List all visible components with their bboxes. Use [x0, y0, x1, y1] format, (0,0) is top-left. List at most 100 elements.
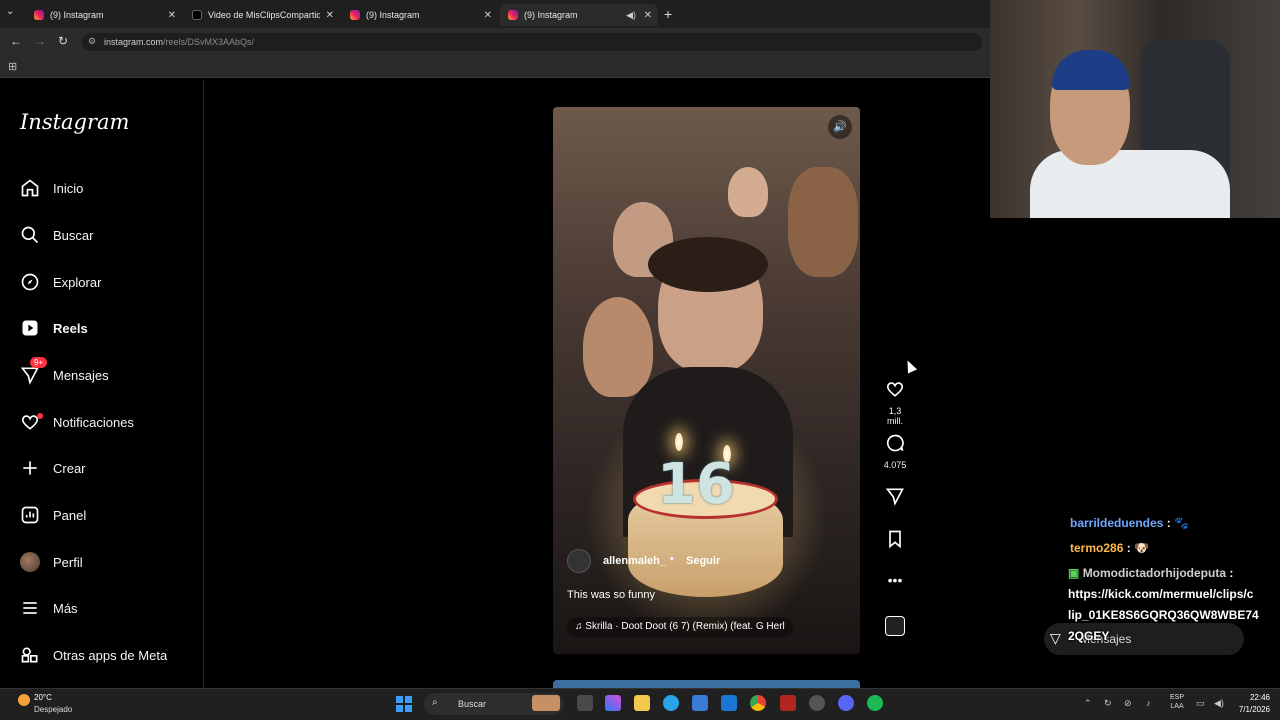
search-highlight-icon[interactable]	[532, 695, 560, 711]
sidebar-item-notificaciones[interactable]: Notificaciones	[18, 407, 134, 437]
copilot-icon[interactable]	[605, 695, 621, 711]
streaming-app-icon[interactable]	[780, 695, 796, 711]
edge-icon[interactable]	[663, 695, 679, 711]
lang-layout: LAA	[1170, 703, 1184, 710]
chat-message-continued: https://kick.com/mermuel/clips/c	[1068, 587, 1254, 601]
close-icon[interactable]: ✕	[484, 10, 492, 21]
chat-username: termo286	[1070, 541, 1124, 555]
browser-tab-active[interactable]: (9) Instagram ◀) ✕	[500, 4, 658, 26]
menu-icon	[18, 596, 42, 620]
windows-start-icon[interactable]	[396, 696, 412, 712]
video-person	[728, 167, 768, 217]
reel-caption[interactable]: This was so funny	[567, 589, 655, 601]
sidebar-item-crear[interactable]: Crear	[18, 453, 86, 483]
webcam-overlay	[990, 0, 1280, 218]
microphone-icon[interactable]: ♪	[1146, 698, 1151, 708]
instagram-logo[interactable]: Instagram	[20, 110, 129, 134]
network-icon[interactable]: ⊘	[1124, 698, 1132, 709]
clock-time[interactable]: 22:46	[1236, 693, 1270, 702]
sidebar-item-reels[interactable]: Reels	[18, 313, 88, 343]
avatar	[18, 550, 42, 574]
chat-message: ▣ Momodictadorhijodeputa :	[1068, 566, 1233, 580]
meta-apps-icon	[18, 643, 42, 667]
save-button[interactable]	[880, 529, 910, 554]
chrome-icon[interactable]	[750, 695, 766, 711]
settings-icon[interactable]	[809, 695, 825, 711]
search-placeholder: Buscar	[458, 699, 487, 709]
display-icon[interactable]: ▭	[1196, 698, 1205, 709]
back-arrow-icon[interactable]: ←	[10, 34, 22, 48]
sidebar-item-label: Panel	[53, 507, 87, 523]
sidebar-item-explorar[interactable]: Explorar	[18, 267, 101, 297]
url-input[interactable]: instagram.com/reels/DSvMX3AAbQs/	[82, 33, 982, 51]
chat-message: termo286 : 🐶	[1070, 541, 1149, 555]
heart-icon	[886, 382, 904, 397]
spotify-icon[interactable]	[867, 695, 883, 711]
badge-icon: ▣	[1068, 566, 1080, 580]
sidebar-item-mas[interactable]: Más	[18, 593, 78, 623]
plus-icon	[18, 456, 42, 480]
emote-icon: 🐾	[1174, 516, 1189, 530]
file-explorer-icon[interactable]	[634, 695, 650, 711]
discord-icon[interactable]	[838, 695, 854, 711]
speaker-icon[interactable]: ◀)	[626, 10, 636, 21]
search-icon: ⌕	[432, 697, 438, 708]
store-icon[interactable]	[692, 695, 708, 711]
chat-message: barrildeduendes : 🐾	[1070, 516, 1189, 530]
clock-date[interactable]: 7/1/2026	[1230, 705, 1270, 714]
weather-moon-icon[interactable]	[18, 694, 30, 706]
original-audio-thumbnail[interactable]	[885, 616, 905, 636]
weather-description[interactable]: Despejado	[34, 705, 72, 714]
sidebar-item-label: Crear	[53, 460, 86, 476]
site-info-icon[interactable]: ⚙	[88, 36, 96, 47]
browser-tab[interactable]: Video de MisClipsCompartidos ✕	[184, 4, 340, 26]
close-icon[interactable]: ✕	[326, 10, 334, 21]
music-note-icon: ♫	[575, 621, 586, 632]
sidebar-item-mensajes[interactable]: 9+ Mensajes	[18, 357, 109, 390]
input-language[interactable]: ESP LAA	[1170, 693, 1184, 711]
sidebar-item-label: Reels	[53, 320, 88, 336]
follow-button[interactable]: Seguir	[686, 555, 720, 567]
sync-icon[interactable]: ↻	[1104, 698, 1112, 709]
like-count: 1,3 mill.	[887, 406, 903, 426]
reel-author-username[interactable]: allenmaleh_	[603, 555, 666, 567]
comment-button[interactable]: 4.075	[880, 433, 910, 470]
forward-arrow-icon[interactable]: →	[34, 34, 46, 48]
bookmark-icon	[889, 530, 901, 549]
close-icon[interactable]: ✕	[168, 10, 176, 21]
notification-badge: 9+	[30, 357, 48, 368]
task-view-icon[interactable]	[577, 695, 593, 711]
reel-music-link[interactable]: ♫ Skrilla · Doot Doot (6 7) (Remix) (fea…	[567, 617, 793, 637]
reel-video[interactable]: 16	[553, 107, 860, 654]
sidebar-item-perfil[interactable]: Perfil	[18, 547, 83, 577]
volume-icon[interactable]: ◀)	[1214, 698, 1224, 709]
sidebar-item-inicio[interactable]: Inicio	[18, 173, 83, 203]
next-reel-preview[interactable]	[553, 680, 860, 688]
weather-temperature[interactable]: 20°C	[34, 693, 52, 702]
apps-grid-icon[interactable]: ⊞	[8, 60, 17, 73]
chevron-up-icon[interactable]: ⌃	[1084, 698, 1092, 709]
reload-icon[interactable]: ↻	[58, 34, 68, 48]
compass-icon	[18, 270, 42, 294]
sidebar-item-panel[interactable]: Panel	[18, 500, 86, 530]
reels-icon	[18, 316, 42, 340]
tab-title: (9) Instagram	[50, 10, 104, 20]
sidebar-item-label: Más	[53, 600, 78, 616]
sidebar-item-buscar[interactable]: Buscar	[18, 220, 93, 250]
like-button[interactable]: 1,3 mill.	[880, 379, 910, 426]
volume-icon[interactable]: 🔊	[828, 115, 852, 139]
close-icon[interactable]: ✕	[644, 10, 652, 21]
more-options-icon[interactable]: •••	[880, 572, 910, 588]
new-tab-button[interactable]: +	[664, 6, 672, 22]
messenger-icon: ▽	[1050, 630, 1061, 646]
tab-search-chevron-icon[interactable]: ⌄	[6, 6, 14, 17]
sidebar-item-otras-apps[interactable]: Otras apps de Meta	[18, 640, 167, 670]
reel-author-avatar[interactable]	[567, 549, 591, 573]
comment-count: 4.075	[883, 460, 907, 470]
browser-tab[interactable]: (9) Instagram ✕	[26, 4, 182, 26]
browser-tab[interactable]: (9) Instagram ✕	[342, 4, 498, 26]
sidebar-item-label: Mensajes	[53, 367, 109, 383]
outlook-icon[interactable]	[721, 695, 737, 711]
share-button[interactable]	[880, 486, 910, 511]
chat-text: :	[1229, 566, 1234, 580]
